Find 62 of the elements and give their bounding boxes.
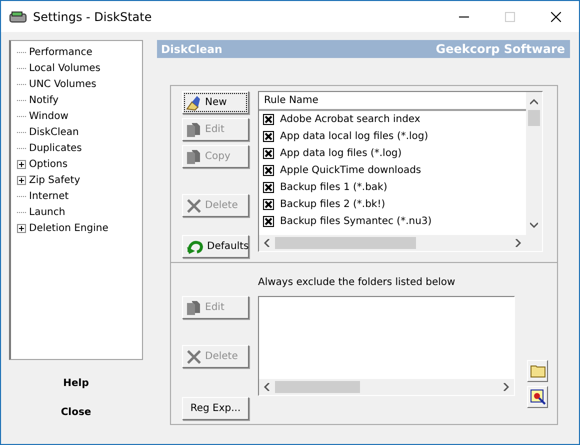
brush-icon (186, 94, 202, 110)
expand-icon[interactable] (17, 224, 26, 232)
pages-icon (186, 300, 202, 316)
tree-item[interactable]: Performance (29, 46, 92, 58)
scroll-up-icon[interactable] (530, 98, 538, 106)
pages-icon (186, 122, 202, 138)
checkbox[interactable] (263, 131, 274, 142)
tree-item[interactable]: Options (29, 158, 68, 170)
rule-name: Adobe Acrobat search index (280, 114, 420, 125)
tree-item[interactable]: Notify (29, 94, 59, 106)
rule-button[interactable]: Defaults (182, 235, 249, 258)
exclude-label: Always exclude the folders listed below (258, 277, 456, 290)
rule-button[interactable]: New (182, 91, 249, 114)
horizontal-scrollbar[interactable] (259, 235, 526, 251)
rule-name: Apple QuickTime downloads (280, 165, 422, 176)
pages-icon (186, 148, 202, 164)
scroll-right-icon[interactable] (514, 239, 522, 247)
drive-icon (9, 10, 27, 22)
expand-icon[interactable] (17, 176, 26, 184)
rule-name: App data local log files (*.log) (280, 131, 428, 142)
scroll-thumb[interactable] (528, 110, 540, 126)
tree-item[interactable]: Duplicates (29, 142, 82, 154)
browse-folder-button[interactable] (527, 360, 548, 382)
tree-item[interactable]: Launch (29, 206, 66, 218)
scroll-thumb[interactable] (275, 237, 416, 249)
tree-item[interactable]: Window (29, 110, 68, 122)
cross-icon (186, 348, 202, 364)
vertical-scrollbar[interactable] (526, 92, 542, 251)
checkbox[interactable] (263, 182, 274, 193)
scroll-left-icon[interactable] (263, 239, 271, 247)
tree-item[interactable]: Internet (29, 190, 69, 202)
close-icon[interactable] (551, 12, 561, 22)
checkbox[interactable] (263, 216, 274, 227)
scroll-thumb[interactable] (275, 381, 360, 393)
expand-icon[interactable] (17, 160, 26, 168)
checkbox[interactable] (263, 114, 274, 125)
tree-item[interactable]: Zip Safety (29, 174, 80, 186)
panel-title: DiskClean (161, 42, 222, 56)
tree-item[interactable]: DiskClean (29, 126, 79, 138)
sidebar-button[interactable]: Help (57, 376, 95, 391)
tree-item[interactable]: UNC Volumes (29, 78, 96, 90)
scroll-left-icon[interactable] (263, 383, 271, 391)
cross-icon (186, 198, 202, 214)
checkbox[interactable] (263, 199, 274, 210)
rule-name: App data log files (*.log) (280, 148, 402, 159)
sidebar-button[interactable]: Close (54, 405, 98, 420)
brand-text: Geekcorp Software (436, 42, 565, 56)
checkbox[interactable] (263, 165, 274, 176)
undo-arrow-icon (186, 238, 204, 254)
search-registry-button[interactable] (527, 386, 548, 408)
rule-name: Backup files Symantec (*.nu3) (280, 216, 432, 227)
column-header[interactable]: Rule Name (259, 92, 526, 111)
checkbox[interactable] (263, 148, 274, 159)
tree-item[interactable]: Local Volumes (29, 62, 100, 74)
scroll-down-icon[interactable] (530, 221, 538, 229)
rule-name: Backup files 2 (*.bk!) (280, 199, 386, 210)
folder-button[interactable]: Reg Exp... (182, 397, 249, 420)
rule-name: Backup files 1 (*.bak) (280, 182, 388, 193)
horizontal-scrollbar[interactable] (259, 379, 514, 395)
tree-item[interactable]: Deletion Engine (29, 222, 108, 234)
scroll-right-icon[interactable] (502, 383, 510, 391)
window-title: Settings - DiskState (33, 10, 152, 24)
